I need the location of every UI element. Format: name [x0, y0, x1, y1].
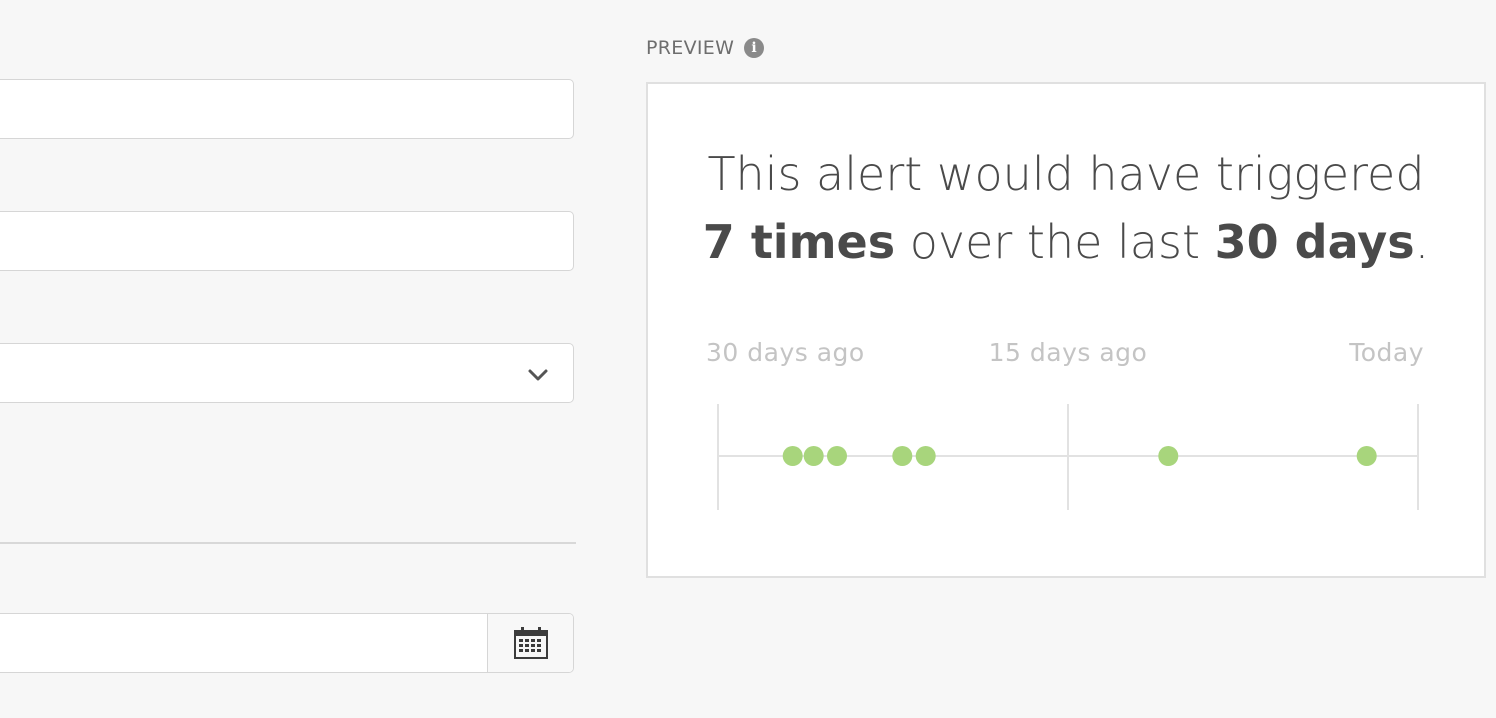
alert-event-dot-1[interactable]	[803, 446, 824, 466]
preview-label-text: PREVIEW	[646, 37, 735, 59]
timeline-chart	[717, 404, 1419, 510]
text-input-1[interactable]	[0, 79, 574, 139]
calendar-icon	[513, 627, 548, 659]
info-icon[interactable]: i	[744, 38, 765, 58]
date-input[interactable]	[0, 613, 574, 673]
preview-card: This alert would have triggered 7 times …	[646, 82, 1486, 578]
section-divider	[0, 542, 576, 544]
calendar-button[interactable]	[487, 614, 573, 672]
alert-event-dot-5[interactable]	[1158, 446, 1179, 466]
alert-event-dot-2[interactable]	[827, 446, 847, 466]
chevron-down-icon	[528, 369, 548, 381]
alert-event-dot-3[interactable]	[892, 446, 913, 466]
select-dropdown[interactable]	[0, 343, 574, 403]
preview-heading: PREVIEW i	[646, 36, 765, 60]
text-input-2[interactable]	[0, 211, 574, 271]
alert-event-dot-6[interactable]	[1356, 446, 1377, 466]
alert-event-dot-0[interactable]	[782, 446, 803, 466]
alert-event-dot-4[interactable]	[915, 446, 936, 466]
